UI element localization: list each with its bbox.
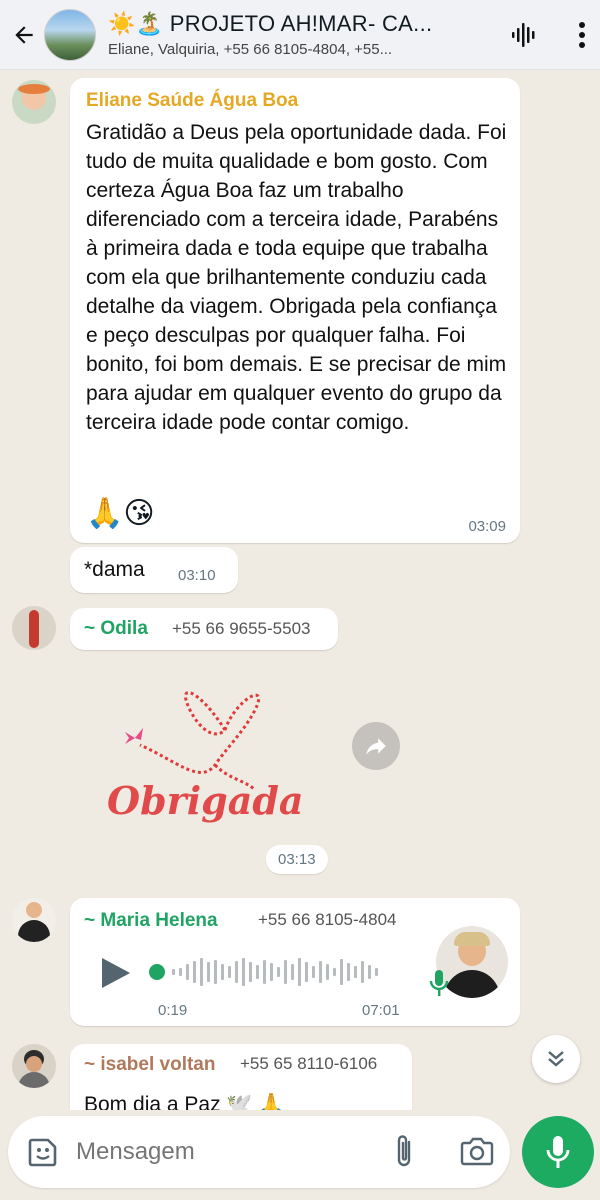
message-time: 03:09 (468, 518, 506, 535)
mic-icon (429, 970, 449, 996)
group-participants: Eliane, Valquiria, +55 66 8105-4804, +55… (108, 41, 393, 58)
camera-icon[interactable] (460, 1136, 494, 1166)
message-emojis: 🙏😘 (86, 497, 155, 530)
avatar-maria-helena[interactable] (12, 898, 56, 942)
message-bubble-eliane[interactable]: Eliane Saúde Água Boa Gratidão a Deus pe… (70, 78, 520, 543)
chat-header: ☀️🏝️ PROJETO AH!MAR- CA... Eliane, Valqu… (0, 0, 600, 70)
avatar-isabel[interactable] (12, 1044, 56, 1088)
sender-name[interactable]: ~ Odila (84, 618, 148, 640)
message-composer (8, 1116, 510, 1188)
forward-button[interactable] (352, 722, 400, 770)
message-bubble-isabel[interactable]: ~ isabel voltan +55 65 8110-6106 Bom dia… (70, 1044, 412, 1110)
sender-name[interactable]: Eliane Saúde Água Boa (86, 90, 298, 112)
voice-chat-icon[interactable] (510, 20, 540, 50)
play-icon[interactable] (100, 956, 132, 990)
group-title: ☀️🏝️ PROJETO AH!MAR- CA... (108, 11, 433, 36)
message-input[interactable] (76, 1138, 376, 1166)
double-chevron-down-icon (548, 1051, 564, 1067)
avatar-eliane[interactable] (12, 80, 56, 124)
group-avatar[interactable] (44, 8, 96, 61)
obrigada-sticker[interactable]: Obrigada (105, 670, 305, 840)
back-arrow-icon (15, 25, 33, 44)
chat-area[interactable]: Eliane Saúde Água Boa Gratidão a Deus pe… (0, 70, 600, 1110)
scroll-to-bottom-button[interactable] (532, 1035, 580, 1083)
audio-waveform[interactable] (148, 952, 408, 992)
microphone-icon (546, 1136, 570, 1168)
record-voice-button[interactable] (522, 1116, 594, 1188)
sticker-text: Obrigada (107, 778, 304, 823)
attachment-icon[interactable] (394, 1134, 416, 1170)
sender-phone: +55 66 8105-4804 (258, 910, 397, 929)
sender-name[interactable]: ~ isabel voltan (84, 1054, 215, 1076)
more-options-icon[interactable] (578, 21, 586, 49)
message-text: Bom dia a Paz 🕊️ 🙏 (84, 1093, 285, 1110)
avatar-odila[interactable] (12, 606, 56, 650)
sender-phone: +55 65 8110-6106 (240, 1054, 378, 1073)
message-bubble-dama[interactable]: *dama 03:10 (70, 547, 238, 593)
sender-phone: +55 66 9655-5503 (172, 619, 311, 638)
voice-elapsed: 0:19 (158, 1002, 188, 1019)
message-time: 07:01 (362, 1002, 400, 1019)
sticker-icon[interactable] (26, 1135, 60, 1169)
message-text: *dama (84, 558, 145, 581)
sender-header-odila[interactable]: ~ Odila +55 66 9655-5503 (70, 608, 338, 650)
message-time-pill: 03:13 (266, 845, 328, 874)
message-text: Gratidão a Deus pela oportunidade dada. … (86, 121, 507, 434)
back-button[interactable] (4, 0, 44, 70)
voice-message-bubble[interactable]: ~ Maria Helena +55 66 8105-4804 0:19 07:… (70, 898, 520, 1026)
sender-name[interactable]: ~ Maria Helena (84, 910, 218, 932)
forward-icon (366, 738, 386, 755)
group-info[interactable]: ☀️🏝️ PROJETO AH!MAR- CA... Eliane, Valqu… (108, 11, 468, 58)
message-time: 03:10 (178, 567, 216, 584)
